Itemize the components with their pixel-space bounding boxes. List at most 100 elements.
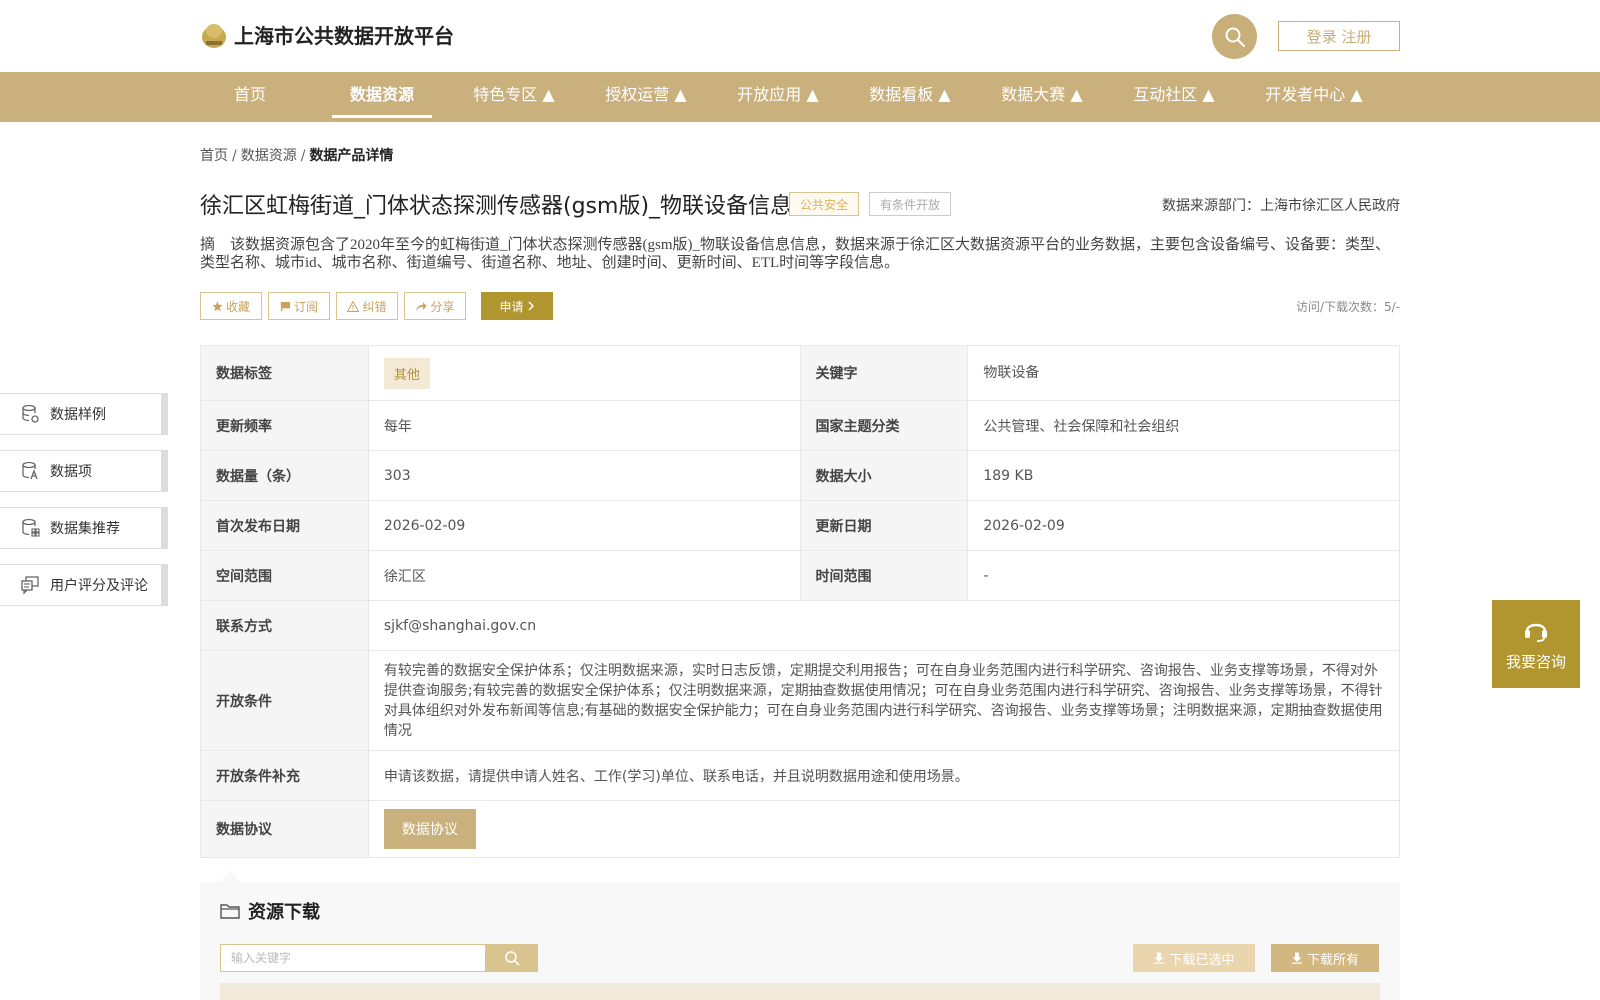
side-nav-data-sample[interactable]: 数据样例 (0, 393, 168, 435)
side-nav-recommended-datasets[interactable]: 数据集推荐 (0, 507, 168, 549)
download-icon (1291, 952, 1302, 964)
info-value: 2026-02-09 (367, 500, 801, 551)
share-button[interactable]: 分享 (404, 292, 466, 320)
dataset-abstract: 摘 该数据资源包含了2020年至今的虹梅街道_门体状态探测传感器(gsm版)_物… (200, 237, 1391, 271)
download-selected-button[interactable]: 下载已选中 (1133, 944, 1255, 972)
breadcrumb-data-resources[interactable]: 数据资源 (241, 148, 297, 164)
open-conditions-supplement: 申请该数据，请提供申请人姓名、工作(学习)单位、联系电话，并且说明数据用途和使用… (367, 750, 1401, 801)
info-value: 189 KB (967, 450, 1400, 501)
info-value: 徐汇区 (367, 550, 801, 601)
info-value: 303 (367, 450, 801, 501)
table-row: 联系方式 sjkf@shanghai.gov.cn (200, 600, 1401, 651)
nav-item-data-dashboard[interactable]: 数据看板 ▲ (862, 72, 958, 122)
apply-label: 申请 (499, 299, 524, 314)
resource-download-title: 资源下载 (220, 898, 320, 924)
download-all-label: 下载所有 (1306, 952, 1359, 968)
info-label: 更新频率 (200, 400, 369, 451)
info-label: 数据标签 (200, 345, 369, 401)
table-row: 数据量（条） 303 数据大小 189 KB (200, 450, 1400, 501)
info-label: 国家主题分类 (799, 400, 969, 451)
category-tag: 公共安全 (789, 192, 859, 216)
login-register-button[interactable]: 登录 注册 (1278, 21, 1400, 51)
report-error-label: 纠错 (362, 299, 387, 314)
main-nav: 首页 数据资源 特色专区 ▲ 授权运营 ▲ 开放应用 ▲ 数据看板 ▲ 数据大赛… (0, 72, 1600, 122)
folder-icon (220, 904, 240, 919)
favorite-button[interactable]: 收藏 (200, 292, 262, 320)
header-search-button[interactable] (1212, 14, 1257, 59)
share-label: 分享 (430, 299, 455, 314)
report-error-button[interactable]: 纠错 (336, 292, 398, 320)
nav-item-data-resources[interactable]: 数据资源 (332, 72, 432, 122)
info-label: 开放条件补充 (200, 750, 369, 801)
resource-search-input[interactable] (220, 944, 486, 972)
info-label: 首次发布日期 (200, 500, 369, 551)
info-label: 时间范围 (799, 550, 969, 601)
nav-item-data-contest[interactable]: 数据大赛 ▲ (994, 72, 1090, 122)
consult-button[interactable]: 我要咨询 (1492, 600, 1580, 688)
side-nav-data-items[interactable]: 数据项 (0, 450, 168, 492)
resource-search-button[interactable] (486, 944, 538, 972)
info-value: 公共管理、社会保障和社会组织 (967, 400, 1400, 451)
access-level-tag: 有条件开放 (869, 192, 951, 216)
breadcrumb-separator: / (300, 148, 306, 164)
site-title: 上海市公共数据开放平台 (234, 24, 454, 48)
top-header: 上海市公共数据开放平台 登录 注册 (0, 0, 1600, 72)
info-label: 联系方式 (200, 600, 369, 651)
info-value-cell: 其他 (367, 345, 801, 401)
resource-table-header (220, 983, 1380, 1000)
info-label: 数据协议 (200, 800, 369, 858)
database-text-icon (22, 461, 38, 480)
dataset-info-table: 数据标签 其他 关键字 物联设备 更新频率 每年 国家主题分类 公共管理、社会保… (200, 345, 1401, 858)
search-icon (1225, 27, 1245, 47)
info-value: 物联设备 (967, 345, 1400, 401)
nav-item-developer-center[interactable]: 开发者中心 ▲ (1258, 72, 1370, 122)
info-label: 数据大小 (799, 450, 969, 501)
download-all-button[interactable]: 下载所有 (1271, 944, 1379, 972)
side-nav-label: 数据样例 (50, 407, 106, 423)
breadcrumb-home[interactable]: 首页 (200, 148, 228, 164)
side-nav-label: 数据项 (50, 464, 92, 480)
data-protocol-button[interactable]: 数据协议 (383, 809, 476, 849)
info-label: 关键字 (799, 345, 969, 401)
table-row: 数据标签 其他 关键字 物联设备 (200, 345, 1400, 401)
table-row: 开放条件补充 申请该数据，请提供申请人姓名、工作(学习)单位、联系电话，并且说明… (200, 750, 1401, 801)
data-tag-chip[interactable]: 其他 (383, 357, 430, 389)
resource-download-label: 资源下载 (248, 902, 320, 923)
site-logo[interactable]: 上海市公共数据开放平台 (200, 20, 454, 49)
info-value: 每年 (367, 400, 801, 451)
table-row: 开放条件 有较完善的数据安全保护体系；仅注明数据来源，实时日志反馈，定期提交利用… (200, 650, 1401, 751)
subscribe-label: 订阅 (293, 299, 318, 314)
logo-icon (202, 23, 226, 48)
share-icon (416, 301, 427, 311)
info-value: - (967, 550, 1400, 601)
info-value: 2026-02-09 (967, 500, 1400, 551)
info-label: 空间范围 (200, 550, 369, 601)
breadcrumb: 首页 / 数据资源 / 数据产品详情 (200, 145, 393, 165)
subscribe-button[interactable]: 订阅 (268, 292, 330, 320)
star-icon (212, 300, 223, 311)
nav-item-community[interactable]: 互动社区 ▲ (1126, 72, 1222, 122)
database-settings-icon (22, 404, 39, 423)
section-pointer (220, 870, 240, 882)
visit-download-count: 访问/下载次数：5/- (1295, 300, 1400, 314)
headset-icon (1525, 623, 1547, 642)
consult-label: 我要咨询 (1505, 652, 1566, 671)
table-row: 数据协议 数据协议 (200, 800, 1401, 858)
table-row: 首次发布日期 2026-02-09 更新日期 2026-02-09 (200, 500, 1400, 551)
nav-item-home[interactable]: 首页 (214, 72, 286, 122)
breadcrumb-separator: / (232, 148, 237, 164)
nav-item-special-zones[interactable]: 特色专区 ▲ (466, 72, 562, 122)
warning-icon (347, 300, 360, 312)
download-icon (1154, 952, 1165, 964)
favorite-label: 收藏 (225, 299, 250, 314)
nav-item-open-apps[interactable]: 开放应用 ▲ (730, 72, 826, 122)
contact-email: sjkf@shanghai.gov.cn (367, 600, 1401, 651)
search-icon (505, 951, 520, 966)
flag-icon (280, 301, 291, 311)
side-nav-ratings-comments[interactable]: 用户评分及评论 (0, 564, 168, 606)
side-nav-label: 用户评分及评论 (50, 578, 148, 594)
nav-item-authorized-operation[interactable]: 授权运营 ▲ (598, 72, 694, 122)
apply-button[interactable]: 申请 (481, 292, 553, 320)
source-department: 数据来源部门：上海市徐汇区人民政府 (1162, 198, 1400, 214)
breadcrumb-current: 数据产品详情 (309, 148, 394, 164)
